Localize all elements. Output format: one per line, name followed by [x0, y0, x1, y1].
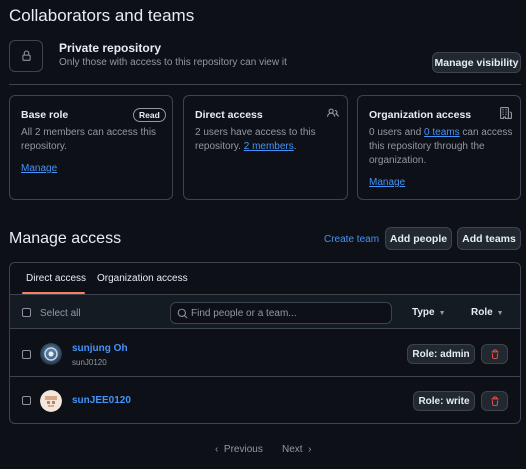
members-link[interactable]: 2 members [244, 141, 294, 152]
role-select-button[interactable]: Role: admin [407, 344, 475, 364]
direct-access-title: Direct access [195, 109, 263, 121]
type-filter-label: Type [412, 307, 435, 318]
chevron-left-icon: ‹ [215, 444, 219, 455]
trash-icon [490, 349, 499, 359]
org-access-card: Organization access 0 users and 0 teams … [357, 95, 521, 200]
avatar [40, 343, 62, 365]
page-title: Collaborators and teams [9, 6, 195, 25]
caret-down-icon: ▼ [496, 310, 504, 317]
direct-access-text-post: . [293, 141, 297, 152]
table-row: sunjung Oh sunJ0120 Role: admin [10, 331, 520, 377]
access-table: Direct access Organization access Select… [9, 262, 521, 424]
search-input[interactable] [191, 303, 386, 323]
organization-icon [500, 107, 512, 119]
next-label: Next [282, 444, 303, 455]
row-checkbox[interactable] [22, 396, 31, 405]
access-tabs: Direct access Organization access [10, 263, 520, 295]
caret-down-icon: ▼ [438, 310, 446, 317]
visibility-title: Private repository [59, 41, 162, 55]
role-filter[interactable]: Role ▼ [471, 307, 504, 318]
select-all-label: Select all [40, 308, 81, 319]
user-name-link[interactable]: sunJEE0120 [72, 395, 131, 406]
row-checkbox[interactable] [22, 350, 31, 359]
active-tab-indicator [22, 292, 85, 294]
base-role-manage-link[interactable]: Manage [21, 163, 57, 174]
create-team-link[interactable]: Create team [324, 234, 379, 245]
lock-icon-box [9, 40, 43, 72]
search-icon [177, 308, 188, 319]
read-badge: Read [133, 108, 166, 122]
select-all-checkbox[interactable] [22, 308, 31, 317]
tab-direct-access[interactable]: Direct access [26, 273, 86, 284]
manage-access-title: Manage access [9, 230, 122, 247]
divider [9, 84, 521, 85]
trash-icon [490, 396, 499, 406]
lock-icon [21, 50, 31, 61]
avatar [40, 390, 62, 412]
add-people-button[interactable]: Add people [385, 227, 452, 250]
search-field[interactable] [170, 302, 392, 324]
org-access-text: 0 users and 0 teams can access this repo… [369, 126, 514, 168]
add-teams-button[interactable]: Add teams [457, 227, 521, 250]
previous-label: Previous [223, 444, 263, 455]
org-access-manage-link[interactable]: Manage [369, 177, 405, 188]
base-role-title: Base role [21, 109, 69, 121]
direct-access-card: Direct access 2 users have access to thi… [183, 95, 348, 200]
base-role-text: All 2 members can access this repository… [21, 127, 157, 152]
role-filter-label: Role [471, 307, 493, 318]
next-page-button[interactable]: Next › [282, 444, 311, 455]
tab-organization-access[interactable]: Organization access [97, 273, 188, 284]
remove-button[interactable] [481, 391, 508, 411]
type-filter[interactable]: Type ▼ [412, 307, 446, 318]
remove-button[interactable] [481, 344, 508, 364]
table-row: sunJEE0120 Role: write [10, 378, 520, 423]
table-toolbar: Select all Type▼ Role▼ [10, 295, 520, 329]
people-icon [327, 108, 339, 117]
role-select-button[interactable]: Role: write [413, 391, 475, 411]
user-name-link[interactable]: sunjung Oh [72, 343, 128, 354]
chevron-right-icon: › [308, 444, 312, 455]
base-role-card: Base role Read All 2 members can access … [9, 95, 173, 200]
teams-link[interactable]: 0 teams [424, 127, 460, 138]
org-access-text-pre: 0 users and [369, 127, 422, 138]
org-access-title: Organization access [369, 109, 472, 121]
manage-visibility-button[interactable]: Manage visibility [432, 52, 521, 73]
user-handle: sunJ0120 [72, 358, 107, 367]
visibility-subtitle: Only those with access to this repositor… [59, 57, 287, 68]
direct-access-text: 2 users have access to this repository. … [195, 126, 340, 154]
previous-page-button[interactable]: ‹ Previous [215, 444, 263, 455]
